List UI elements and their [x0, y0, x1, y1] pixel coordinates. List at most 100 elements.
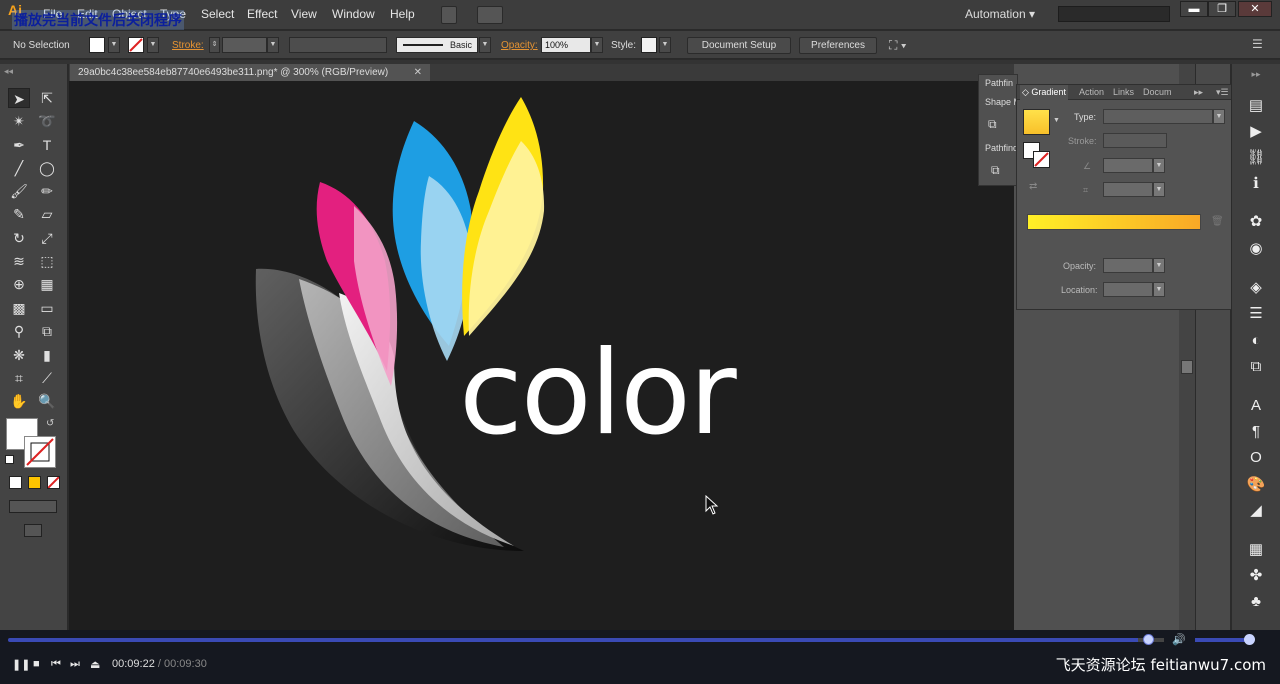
- perspective-grid-tool-icon[interactable]: ▦: [36, 274, 58, 294]
- pathfinder-tab[interactable]: Pathfin: [985, 78, 1013, 88]
- stroke-weight-field[interactable]: [222, 37, 267, 53]
- stroke-gradient-buttons[interactable]: [1103, 133, 1167, 148]
- panel-menu-icon[interactable]: ☰: [1252, 37, 1263, 51]
- preferences-button[interactable]: Preferences: [799, 37, 877, 54]
- character-panel-icon[interactable]: A: [1244, 396, 1268, 416]
- graphic-styles-icon[interactable]: ♣: [1244, 592, 1268, 612]
- play-action-icon[interactable]: ▶: [1244, 122, 1268, 142]
- scrollbar-thumb[interactable]: [1181, 360, 1193, 374]
- swap-colors-icon[interactable]: ↺: [46, 418, 54, 429]
- angle-dropdown[interactable]: ▼: [1153, 158, 1165, 173]
- menu-select[interactable]: Select: [201, 7, 234, 21]
- stop-icon[interactable]: ■: [33, 658, 40, 670]
- opacity-label[interactable]: Opacity:: [501, 40, 538, 51]
- rotate-tool-icon[interactable]: ↻: [8, 228, 30, 248]
- mesh-tool-icon[interactable]: ▩: [8, 298, 30, 318]
- direct-selection-tool-icon[interactable]: ⇱: [36, 88, 58, 108]
- pencil-tool-icon[interactable]: ✏: [36, 181, 58, 201]
- lasso-tool-icon[interactable]: ➰: [36, 111, 58, 131]
- divide-icon[interactable]: ⧉: [991, 163, 1000, 178]
- opacity-dropdown[interactable]: ▼: [591, 37, 603, 53]
- tab-links[interactable]: Links: [1113, 87, 1134, 97]
- menu-effect[interactable]: Effect: [247, 7, 277, 21]
- close-button[interactable]: ✕: [1238, 1, 1272, 17]
- transform-panel-icon[interactable]: ⧉: [1244, 357, 1268, 377]
- gradient-type-dropdown[interactable]: ▼: [1213, 109, 1225, 124]
- color-panel-icon[interactable]: ▤: [1244, 96, 1268, 116]
- unite-icon[interactable]: ⧉: [988, 117, 997, 132]
- progress-knob[interactable]: [1143, 634, 1154, 645]
- free-transform-tool-icon[interactable]: ⬚: [36, 251, 58, 271]
- brush-definition[interactable]: Basic: [396, 37, 478, 53]
- magic-wand-tool-icon[interactable]: ✴: [8, 111, 30, 131]
- gradient-type-select[interactable]: [1103, 109, 1213, 124]
- shape-builder-tool-icon[interactable]: ⊕: [8, 274, 30, 294]
- search-input[interactable]: [1058, 6, 1170, 22]
- tab-gradient[interactable]: ◇ Gradient: [1020, 85, 1068, 100]
- opentype-panel-icon[interactable]: O: [1244, 448, 1268, 468]
- warp-tool-icon[interactable]: ≋: [8, 251, 30, 271]
- arrange-documents-button[interactable]: [477, 6, 503, 24]
- pathfinder-panel-icon[interactable]: ◐: [1244, 331, 1268, 351]
- default-colors-icon[interactable]: [5, 455, 14, 464]
- column-graph-tool-icon[interactable]: ▮: [36, 345, 58, 365]
- workspace-switcher[interactable]: Automation ▾: [965, 7, 1035, 21]
- ellipse-tool-icon[interactable]: ◯: [36, 158, 58, 178]
- menu-help[interactable]: Help: [390, 7, 415, 21]
- opacity-field[interactable]: 100%: [541, 37, 591, 53]
- variable-width-profile[interactable]: [289, 37, 387, 53]
- fill-swatch[interactable]: [89, 37, 105, 53]
- none-mode-icon[interactable]: [47, 476, 60, 489]
- selection-tool-icon[interactable]: ➤: [8, 88, 30, 108]
- document-setup-button[interactable]: Document Setup: [687, 37, 791, 54]
- pen-tool-icon[interactable]: ✒: [8, 135, 30, 155]
- gradient-thumbnail[interactable]: [1023, 109, 1050, 135]
- previous-icon[interactable]: ⏮: [51, 658, 61, 671]
- volume-icon[interactable]: 🔊: [1172, 633, 1186, 646]
- stop-location-dropdown[interactable]: ▼: [1153, 282, 1165, 297]
- stroke-weight-dropdown[interactable]: ▼: [267, 37, 279, 53]
- paragraph-panel-icon[interactable]: ¶: [1244, 422, 1268, 442]
- gradient-tool-icon[interactable]: ▭: [36, 298, 58, 318]
- gradient-mode-icon[interactable]: [28, 476, 41, 489]
- blob-brush-tool-icon[interactable]: ✎: [8, 204, 30, 224]
- stop-opacity-field[interactable]: [1103, 258, 1153, 273]
- minimize-button[interactable]: ▬: [1180, 1, 1208, 17]
- panel-menu-icon[interactable]: ▾☰: [1216, 87, 1229, 98]
- symbols-panel-icon[interactable]: ✿: [1244, 212, 1268, 232]
- menu-window[interactable]: Window: [332, 7, 375, 21]
- stroke-dropdown[interactable]: ▼: [147, 37, 159, 53]
- scale-tool-icon[interactable]: ⤢: [36, 228, 58, 248]
- slice-tool-icon[interactable]: ⟋: [36, 368, 58, 388]
- stroke-indicator[interactable]: [1033, 151, 1050, 168]
- appearance-panel-icon[interactable]: ◉: [1244, 239, 1268, 259]
- eject-icon[interactable]: ⏏: [90, 658, 100, 671]
- color-mode-icon[interactable]: [9, 476, 22, 489]
- stroke-color-box[interactable]: [24, 436, 56, 468]
- stroke-panel-icon[interactable]: ◢: [1244, 501, 1268, 521]
- stroke-weight-stepper[interactable]: ⇕: [209, 37, 220, 53]
- layers-panel-icon[interactable]: ◈: [1244, 278, 1268, 298]
- stroke-label[interactable]: Stroke:: [172, 40, 204, 51]
- screen-mode-icon[interactable]: [24, 524, 42, 537]
- delete-stop-icon[interactable]: 🗑: [1211, 216, 1224, 227]
- aspect-ratio-field[interactable]: [1103, 182, 1153, 197]
- arrange-icon[interactable]: ⛶ ▾: [889, 38, 907, 53]
- tab-actions[interactable]: Action: [1079, 87, 1104, 97]
- align-panel-icon[interactable]: ☰: [1244, 304, 1268, 324]
- bridge-button[interactable]: [441, 6, 457, 24]
- blend-tool-icon[interactable]: ⧉: [36, 321, 58, 341]
- restore-button[interactable]: ❐: [1208, 1, 1236, 17]
- graphic-style-swatch[interactable]: [641, 37, 657, 53]
- panel-collapse-icon[interactable]: ◂◂: [4, 66, 13, 77]
- gradient-slider[interactable]: [1027, 214, 1201, 230]
- fill-dropdown[interactable]: ▼: [108, 37, 120, 53]
- pause-icon[interactable]: ❚❚: [12, 658, 30, 671]
- artboard-tool-icon[interactable]: ⌗: [8, 368, 30, 388]
- eraser-tool-icon[interactable]: ▱: [36, 204, 58, 224]
- swatches-panel-icon[interactable]: 🎨: [1244, 475, 1268, 495]
- collapse-panels-icon[interactable]: ▸▸: [1244, 64, 1268, 84]
- menu-view[interactable]: View: [291, 7, 317, 21]
- document-info-icon[interactable]: ℹ: [1244, 174, 1268, 194]
- stop-opacity-dropdown[interactable]: ▼: [1153, 258, 1165, 273]
